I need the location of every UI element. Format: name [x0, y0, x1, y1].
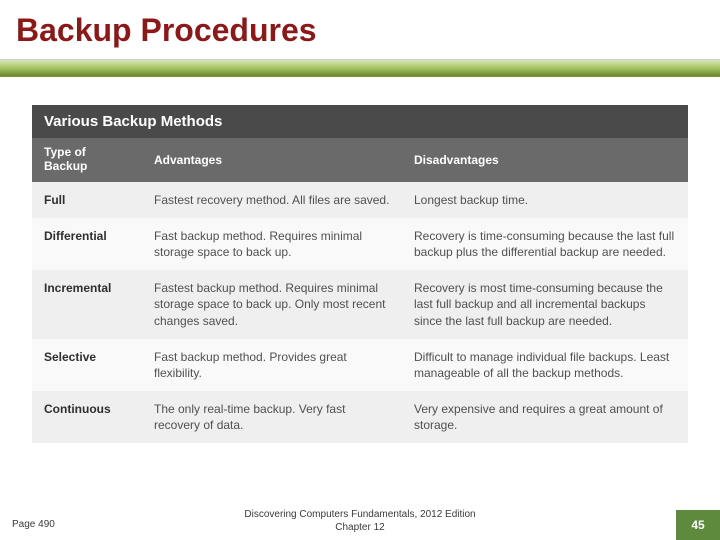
cell-type: Differential — [32, 218, 142, 270]
footer-citation: Discovering Computers Fundamentals, 2012… — [0, 509, 720, 534]
cell-advantages: Fastest recovery method. All files are s… — [142, 182, 402, 218]
cell-advantages: The only real-time backup. Very fast rec… — [142, 391, 402, 443]
column-header-disadvantages: Disadvantages — [402, 138, 688, 182]
cell-type: Selective — [32, 339, 142, 391]
accent-bar — [0, 59, 720, 77]
slide-footer: Page 490 Discovering Computers Fundament… — [0, 498, 720, 540]
cell-type: Incremental — [32, 270, 142, 339]
slide-title: Backup Procedures — [0, 0, 720, 59]
cell-disadvantages: Recovery is most time-consuming because … — [402, 270, 688, 339]
slide-number-badge: 45 — [676, 510, 720, 540]
table-row: Incremental Fastest backup method. Requi… — [32, 270, 688, 339]
cell-type: Continuous — [32, 391, 142, 443]
column-header-type-line2: Backup — [44, 159, 87, 173]
cell-advantages: Fast backup method. Provides great flexi… — [142, 339, 402, 391]
backup-methods-table: Type of Backup Advantages Disadvantages … — [32, 138, 688, 443]
column-header-type: Type of Backup — [32, 138, 142, 182]
table-row: Differential Fast backup method. Require… — [32, 218, 688, 270]
table-row: Continuous The only real-time backup. Ve… — [32, 391, 688, 443]
table-caption: Various Backup Methods — [32, 105, 688, 138]
footer-citation-line1: Discovering Computers Fundamentals, 2012… — [244, 509, 475, 520]
cell-disadvantages: Longest backup time. — [402, 182, 688, 218]
table-row: Full Fastest recovery method. All files … — [32, 182, 688, 218]
column-header-type-line1: Type of — [44, 145, 86, 159]
cell-advantages: Fast backup method. Requires minimal sto… — [142, 218, 402, 270]
table-row: Selective Fast backup method. Provides g… — [32, 339, 688, 391]
backup-methods-table-container: Various Backup Methods Type of Backup Ad… — [32, 105, 688, 443]
cell-disadvantages: Recovery is time-consuming because the l… — [402, 218, 688, 270]
cell-type: Full — [32, 182, 142, 218]
cell-disadvantages: Very expensive and requires a great amou… — [402, 391, 688, 443]
column-header-advantages: Advantages — [142, 138, 402, 182]
table-header-row: Type of Backup Advantages Disadvantages — [32, 138, 688, 182]
cell-disadvantages: Difficult to manage individual file back… — [402, 339, 688, 391]
cell-advantages: Fastest backup method. Requires minimal … — [142, 270, 402, 339]
footer-citation-line2: Chapter 12 — [335, 522, 384, 533]
